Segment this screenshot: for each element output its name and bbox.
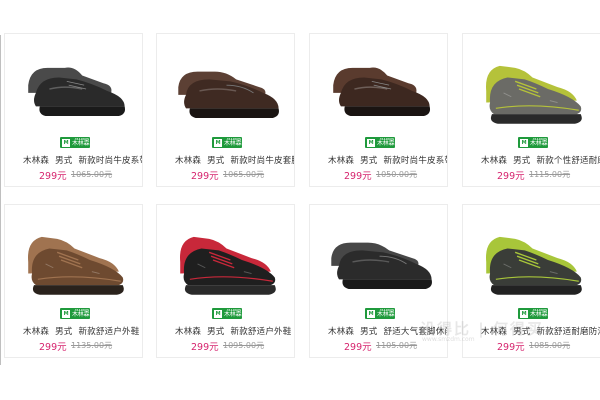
original-price: 1115.00元	[529, 170, 571, 179]
gender-label: 男式	[55, 327, 73, 337]
shoe-graphic	[28, 67, 126, 117]
brand-logo: M 木林森 MULINSEN	[60, 137, 90, 148]
brand-logo: M 木林森 MULINSEN	[518, 137, 548, 148]
product-card[interactable]: M木林森MULINSEN 木林森男式新款时尚牛皮系带… 299元 1050.00…	[309, 33, 448, 187]
title-text: 新款个性舒适耐磨…	[536, 156, 600, 166]
title-text: 新款舒适户外鞋	[230, 327, 292, 337]
title-text: 新款时尚牛皮系带…	[78, 156, 142, 166]
gender-label: 男式	[207, 156, 225, 166]
brand-logo: M 木林森 MULINSEN	[365, 308, 395, 319]
shoe-image[interactable]	[312, 46, 447, 134]
gender-label: 男式	[360, 156, 378, 166]
shoe-image[interactable]	[465, 217, 600, 305]
sale-price: 299元	[497, 171, 525, 182]
brand-name: 木林森	[23, 327, 50, 337]
shoe-graphic	[28, 236, 124, 295]
original-price: 1105.00元	[376, 341, 418, 350]
title-text: 新款舒适户外鞋	[78, 327, 140, 337]
shoe-graphic	[486, 65, 582, 124]
original-price: 1065.00元	[71, 170, 113, 179]
product-title[interactable]: 木林森男式新款个性舒适耐磨…	[481, 154, 600, 168]
sale-price: 299元	[39, 171, 67, 182]
shoe-graphic	[178, 71, 279, 118]
gender-label: 男式	[55, 156, 73, 166]
sale-price: 299元	[191, 171, 219, 182]
title-text: 新款时尚牛皮套脚…	[230, 156, 294, 166]
brand-name: 木林森	[328, 156, 355, 166]
sale-price: 299元	[497, 342, 525, 353]
brand-name: 木林森	[175, 156, 202, 166]
product-title[interactable]: 木林森男式新款时尚牛皮套脚…	[175, 154, 294, 168]
shoe-image[interactable]	[159, 217, 294, 305]
shoe-graphic	[333, 67, 431, 117]
brand-logo: M 木林森 MULINSEN	[365, 137, 395, 148]
product-card[interactable]: M 木林森 MULINSEN 木林森 男式 新款舒适户外鞋 299元 1095.00元	[156, 204, 295, 358]
brand-name: 木林森	[328, 327, 355, 337]
shoe-graphic	[180, 236, 276, 295]
product-card[interactable]: M木林森MULINSEN 木林森男式新款个性舒适耐磨… 299元 1115.00…	[462, 33, 600, 187]
original-price: 1085.00元	[529, 341, 571, 350]
original-price: 1050.00元	[376, 170, 418, 179]
product-card[interactable]: M木林森MULINSEN 木林森男式新款时尚牛皮系带… 299元 1065.00…	[4, 33, 143, 187]
shoe-image[interactable]	[465, 46, 600, 134]
gender-label: 男式	[360, 327, 378, 337]
shoe-image[interactable]	[7, 46, 142, 134]
shoe-graphic	[486, 236, 582, 295]
product-card[interactable]: M木林森MULINSEN 木林森男式新款时尚牛皮套脚… 299元 1065.00…	[156, 33, 295, 187]
brand-logo: M 木林森 MULINSEN	[212, 137, 242, 148]
gender-label: 男式	[207, 327, 225, 337]
gender-label: 男式	[513, 156, 531, 166]
brand-name: 木林森	[481, 156, 508, 166]
product-title[interactable]: 木林森 男式 新款舒适户外鞋	[175, 325, 294, 339]
brand-logo: M 木林森 MULINSEN	[60, 308, 90, 319]
sale-price: 299元	[344, 342, 372, 353]
title-text: 新款时尚牛皮系带…	[383, 156, 447, 166]
brand-name: 木林森	[175, 327, 202, 337]
title-text: 新款舒适耐磨防滑…	[536, 327, 600, 337]
shoe-graphic	[331, 242, 432, 289]
original-price: 1095.00元	[223, 341, 265, 350]
sale-price: 299元	[191, 342, 219, 353]
product-title[interactable]: 木林森 男式 新款舒适户外鞋	[23, 325, 142, 339]
divider-line	[0, 35, 1, 365]
shoe-image[interactable]	[7, 217, 142, 305]
watermark-url: www.smzdm.com	[422, 336, 475, 343]
shoe-image[interactable]	[312, 217, 447, 305]
product-title[interactable]: 木林森男式新款时尚牛皮系带…	[328, 154, 447, 168]
product-card[interactable]: M 木林森 MULINSEN 木林森 男式 新款舒适户外鞋 299元 1135.00元	[4, 204, 143, 358]
shoe-image[interactable]	[159, 46, 294, 134]
product-grid: M木林森MULINSEN 木林森男式新款时尚牛皮系带… 299元 1065.00…	[0, 0, 600, 400]
brand-logo: M 木林森 MULINSEN	[212, 308, 242, 319]
product-title[interactable]: 木林森男式新款时尚牛皮系带…	[23, 154, 142, 168]
brand-name: 木林森	[23, 156, 50, 166]
sale-price: 299元	[39, 342, 67, 353]
original-price: 1135.00元	[71, 341, 113, 350]
sale-price: 299元	[344, 171, 372, 182]
original-price: 1065.00元	[223, 170, 265, 179]
